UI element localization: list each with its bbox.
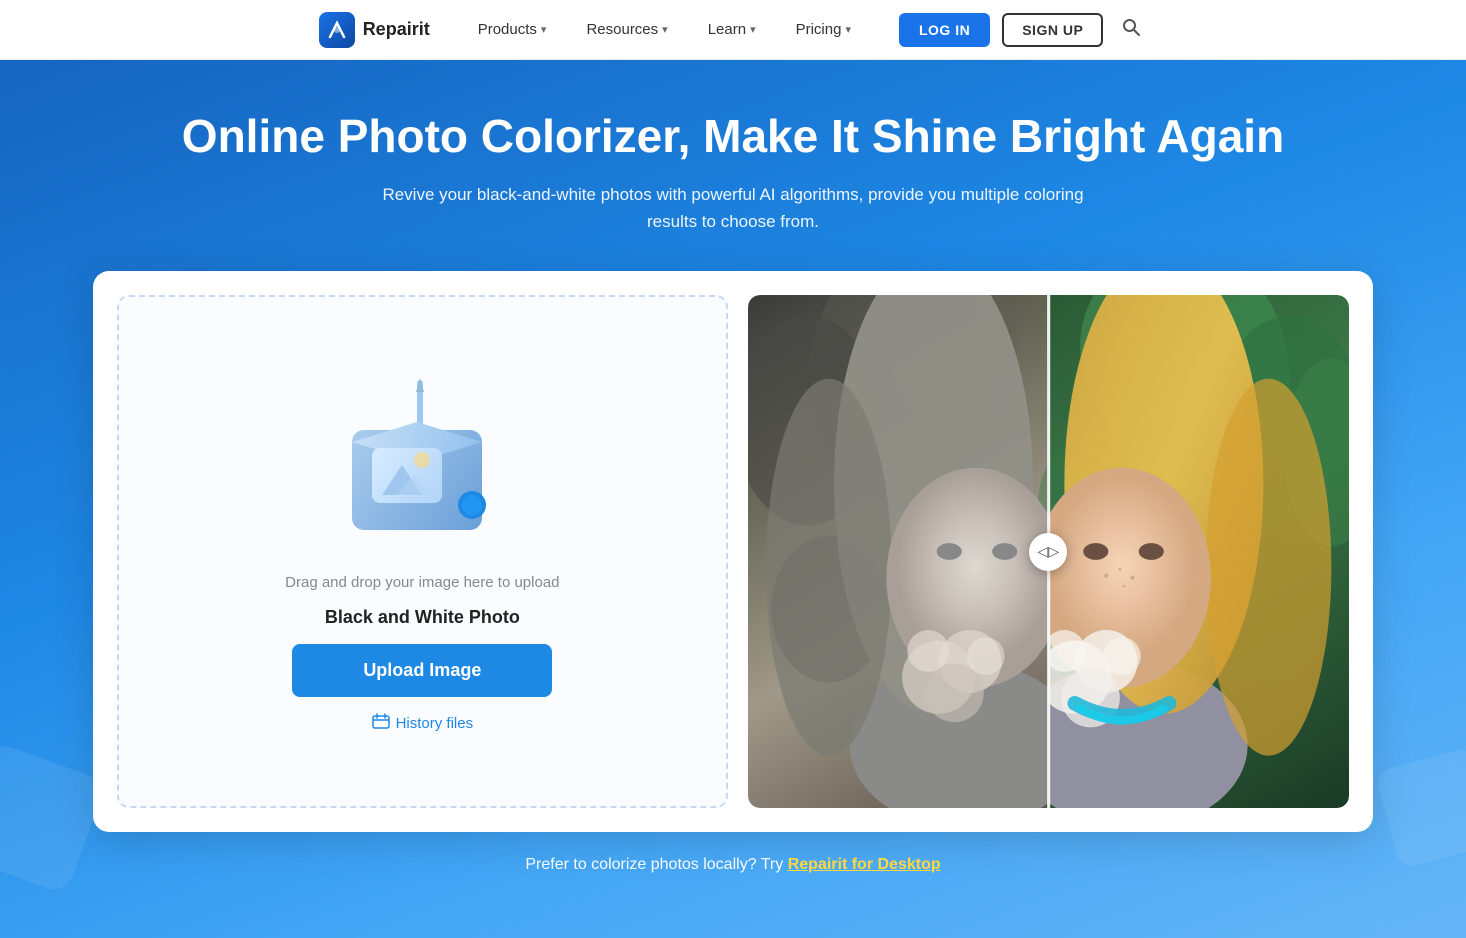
nav-learn-label: Learn: [708, 21, 746, 38]
chevron-down-icon: ▾: [750, 23, 756, 36]
before-after-slider[interactable]: ◁▷: [1029, 533, 1067, 571]
nav-resources-label: Resources: [586, 21, 658, 38]
before-after-container: ◁▷: [748, 295, 1349, 808]
nav-learn[interactable]: Learn ▾: [692, 13, 772, 46]
history-label: History files: [396, 715, 474, 732]
hero-subtitle: Revive your black-and-white photos with …: [373, 181, 1093, 235]
nav-products-label: Products: [478, 21, 537, 38]
history-link[interactable]: History files: [372, 713, 474, 734]
main-card: Drag and drop your image here to upload …: [93, 271, 1373, 832]
nav-products[interactable]: Products ▾: [462, 13, 563, 46]
chevron-down-icon: ▾: [845, 23, 851, 36]
upload-file-type: Black and White Photo: [325, 607, 520, 628]
upload-panel[interactable]: Drag and drop your image here to upload …: [117, 295, 728, 808]
history-icon: [372, 713, 390, 734]
slider-arrow-icon: ◁▷: [1038, 543, 1060, 560]
logo-icon: [319, 12, 355, 48]
nav-pricing[interactable]: Pricing ▾: [780, 13, 867, 46]
chevron-down-icon: ▾: [662, 23, 668, 36]
logo[interactable]: Repairit: [319, 12, 430, 48]
upload-button[interactable]: Upload Image: [292, 644, 552, 697]
logo-text: Repairit: [363, 19, 430, 40]
upload-illustration: [322, 370, 522, 550]
bottom-cta: Prefer to colorize photos locally? Try R…: [60, 832, 1406, 898]
search-icon[interactable]: [1115, 11, 1147, 48]
preview-panel: ◁▷: [748, 295, 1349, 808]
hero-section: Online Photo Colorizer, Make It Shine Br…: [0, 60, 1466, 938]
upload-drag-text: Drag and drop your image here to upload: [285, 574, 559, 591]
login-button[interactable]: LOG IN: [899, 13, 990, 47]
nav-pricing-label: Pricing: [796, 21, 842, 38]
bottom-prefix: Prefer to colorize photos locally? Try: [525, 856, 787, 873]
signup-button[interactable]: SIGN UP: [1002, 13, 1103, 47]
chevron-down-icon: ▾: [541, 23, 547, 36]
desktop-link[interactable]: Repairit for Desktop: [788, 856, 941, 873]
navbar: Repairit Products ▾ Resources ▾ Learn ▾ …: [0, 0, 1466, 60]
nav-resources[interactable]: Resources ▾: [570, 13, 683, 46]
hero-title: Online Photo Colorizer, Make It Shine Br…: [60, 110, 1406, 163]
